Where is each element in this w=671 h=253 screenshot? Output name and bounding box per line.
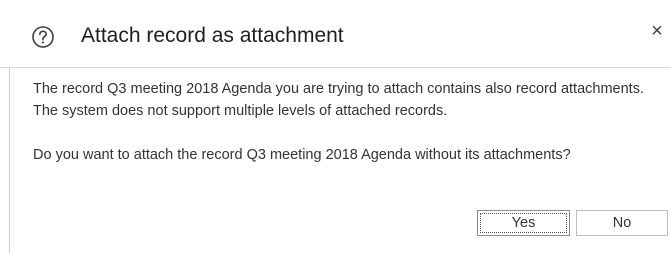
- no-button[interactable]: No: [576, 210, 668, 236]
- attach-record-dialog: Attach record as attachment × The record…: [0, 0, 671, 253]
- message-line-question: Do you want to attach the record Q3 meet…: [33, 147, 571, 163]
- yes-button[interactable]: Yes: [477, 210, 570, 236]
- dialog-titlebar: Attach record as attachment ×: [0, 0, 671, 68]
- dialog-message: The record Q3 meeting 2018 Agenda you ar…: [33, 78, 658, 166]
- question-circle-icon: [32, 26, 54, 48]
- message-line-not-supported: The system does not support multiple lev…: [33, 103, 448, 119]
- title-divider: [0, 67, 671, 68]
- message-line-nested-attachments: The record Q3 meeting 2018 Agenda you ar…: [33, 81, 644, 97]
- dialog-left-border: [9, 68, 10, 253]
- close-icon[interactable]: ×: [648, 20, 666, 42]
- dialog-title: Attach record as attachment: [81, 24, 344, 47]
